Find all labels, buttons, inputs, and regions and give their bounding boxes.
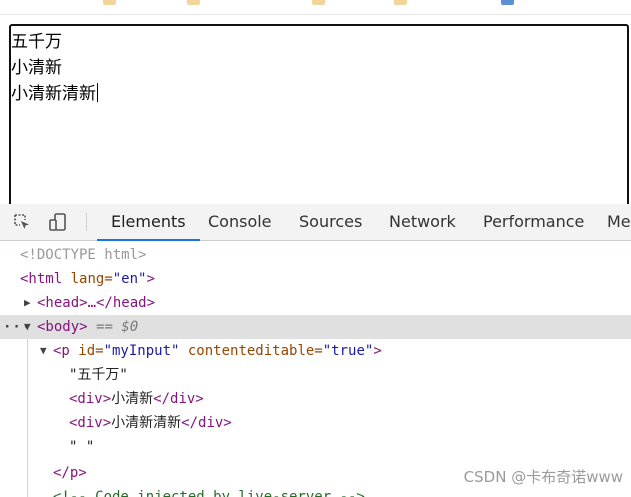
attribute-value: "myInput"	[103, 343, 180, 359]
comment-node: <!-- Code injected by live-server -->	[53, 489, 365, 497]
head-collapsed-tag: <head>…</head>	[37, 295, 156, 311]
tree-row-div[interactable]: <div>小清新清新</div>	[0, 411, 631, 435]
browser-bookmarks-strip	[0, 0, 631, 15]
div-close-tag: </div>	[181, 415, 232, 431]
editable-paragraph[interactable]: 五千万 小清新 小清新清新	[9, 24, 629, 204]
tree-row-head[interactable]: ▶ <head>…</head>	[0, 291, 631, 315]
text-caret	[97, 83, 98, 102]
devtools-panel: Elements Console Sources Network Perform…	[0, 204, 631, 497]
watermark: CSDN @卡布奇诺www	[463, 468, 623, 486]
tree-row-text[interactable]: "五千万"	[0, 363, 631, 387]
device-toolbar-icon[interactable]	[48, 212, 68, 232]
div-open-tag: <div>	[69, 391, 112, 407]
tab-memory[interactable]: Me	[593, 204, 631, 240]
p-tag: <p	[53, 343, 70, 359]
collapse-triangle-icon[interactable]: ▼	[40, 339, 47, 363]
bookmark-icon[interactable]	[103, 0, 116, 5]
text-content: 小清新清新	[11, 84, 96, 104]
text-node: "五千万"	[69, 367, 128, 383]
tree-row-html[interactable]: <html lang="en">	[0, 267, 631, 291]
tree-row-body-selected[interactable]: ··· ▼ <body> == $0	[0, 315, 631, 339]
bookmark-icon[interactable]	[187, 0, 200, 5]
devtools-tabbar: Elements Console Sources Network Perform…	[0, 204, 631, 241]
div-open-tag: <div>	[69, 415, 112, 431]
bookmark-icon[interactable]	[394, 0, 407, 5]
div-close-tag: </div>	[153, 391, 204, 407]
attribute-name: lang=	[62, 271, 113, 287]
bookmark-icon[interactable]	[501, 0, 514, 5]
p-close-tag: </p>	[53, 465, 87, 481]
body-tag: <body>	[37, 319, 88, 335]
text-line: 五千万	[11, 32, 62, 52]
attribute-name: id=	[69, 343, 104, 359]
tree-row-text[interactable]: " "	[0, 435, 631, 459]
tree-row-div[interactable]: <div>小清新</div>	[0, 387, 631, 411]
tab-console[interactable]: Console	[194, 204, 286, 240]
div-text: 小清新清新	[111, 415, 182, 431]
tree-row-p[interactable]: ▼ <p id="myInput" contenteditable="true"…	[0, 339, 631, 363]
html-tag: <html	[20, 271, 63, 287]
expand-triangle-icon[interactable]: ▶	[24, 291, 31, 315]
text-line: 小清新清新	[11, 81, 627, 107]
tab-network[interactable]: Network	[375, 204, 470, 240]
bookmark-icon[interactable]	[312, 0, 325, 5]
tag-bracket: >	[373, 343, 382, 359]
text-node: " "	[69, 439, 95, 455]
tab-sources[interactable]: Sources	[285, 204, 376, 240]
attribute-name: contenteditable=	[179, 343, 323, 359]
tab-performance[interactable]: Performance	[469, 204, 598, 240]
page-preview: 五千万 小清新 小清新清新	[9, 24, 631, 204]
collapse-triangle-icon[interactable]: ▼	[24, 315, 31, 339]
toolbar-separator	[86, 213, 87, 231]
text-line: 小清新	[11, 58, 62, 78]
attribute-value: "en"	[112, 271, 147, 287]
tree-row-doctype[interactable]: <!DOCTYPE html>	[0, 243, 631, 267]
dom-tree: <!DOCTYPE html> <html lang="en"> ▶ <head…	[0, 241, 631, 497]
tag-bracket: >	[146, 271, 155, 287]
selected-node-marker: == $0	[96, 319, 139, 335]
inspect-element-icon[interactable]	[12, 212, 32, 232]
div-text: 小清新	[111, 391, 154, 407]
attribute-value: "true"	[322, 343, 374, 359]
doctype-node: <!DOCTYPE html>	[20, 247, 147, 263]
tab-elements[interactable]: Elements	[97, 204, 200, 241]
